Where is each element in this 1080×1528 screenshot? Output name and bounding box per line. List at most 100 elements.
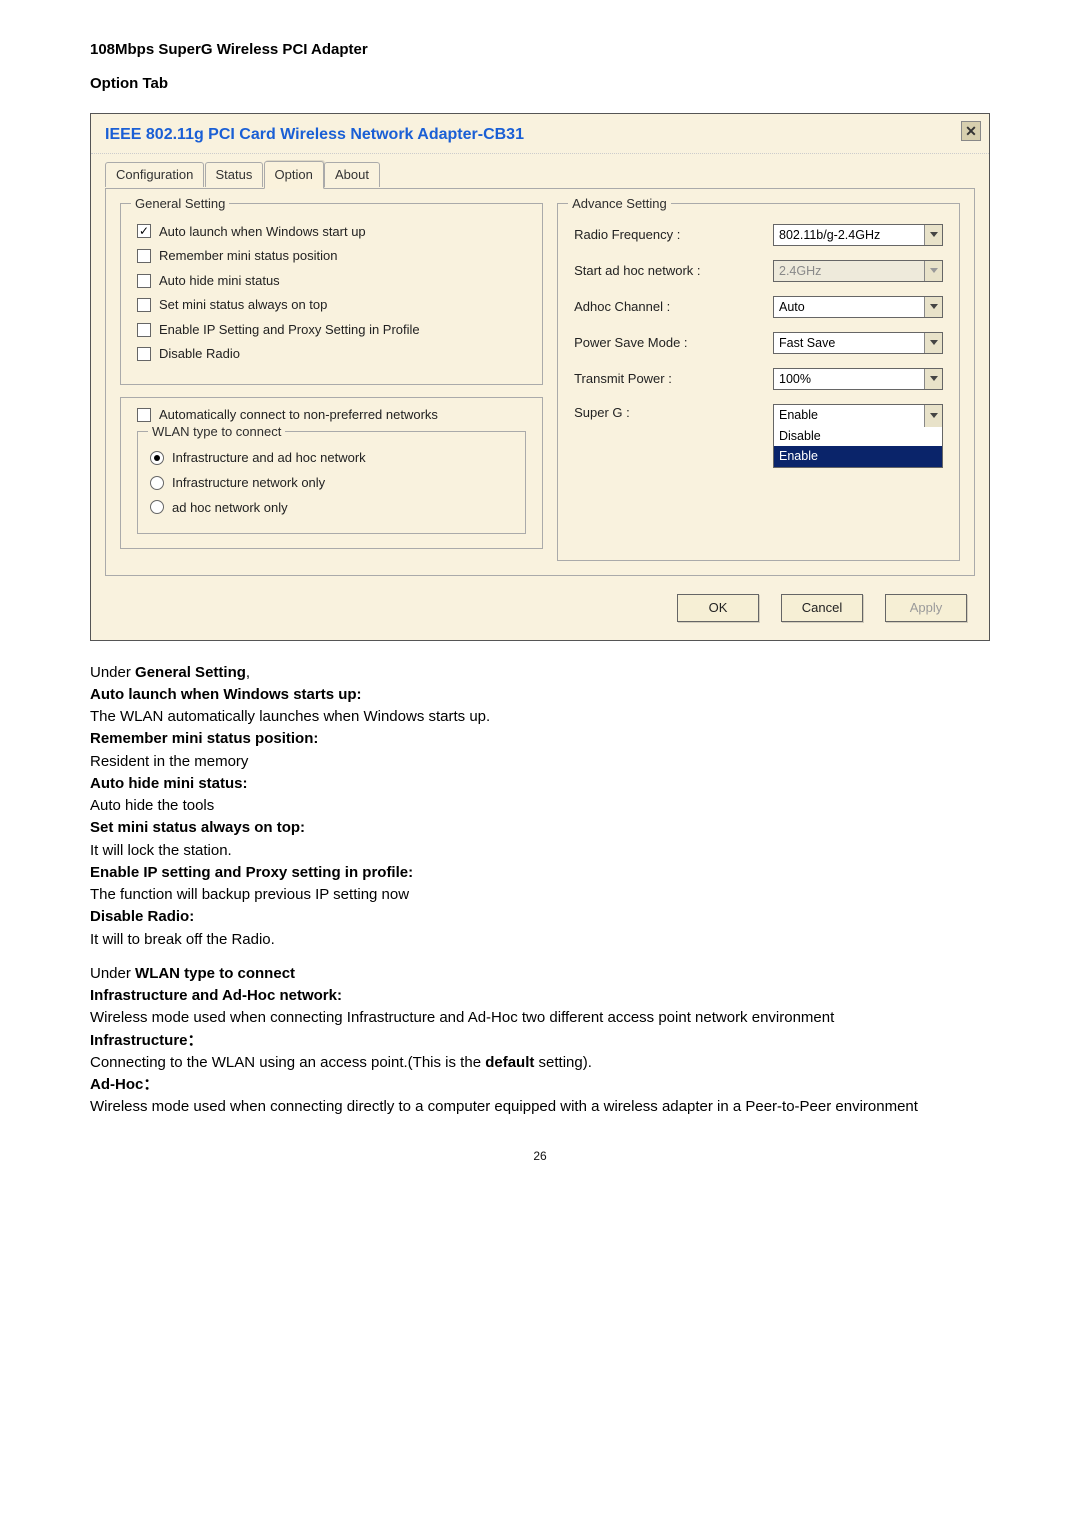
tab-status[interactable]: Status [205,162,264,187]
label-super-g: Super G : [574,404,763,422]
item-heading: Enable IP setting and Proxy setting in p… [90,863,990,883]
ok-button[interactable]: OK [677,594,759,622]
apply-button: Apply [885,594,967,622]
label-radio-frequency: Radio Frequency : [574,226,763,244]
under-wlan-heading: Under Under WLAN type to connectWLAN typ… [90,964,990,984]
radio-icon [150,476,164,490]
checkbox-label: Enable IP Setting and Proxy Setting in P… [159,321,420,339]
under-general-heading: Under General Setting, [90,663,990,683]
item-text: Resident in the memory [90,752,990,772]
dialog-title-bar: IEEE 802.11g PCI Card Wireless Network A… [91,114,989,155]
tabs-row: Configuration Status Option About [91,154,989,188]
cancel-button[interactable]: Cancel [781,594,863,622]
tab-option[interactable]: Option [264,161,324,189]
row-super-g: Super G : Enable Disable Enable [574,404,943,469]
product-title: 108Mbps SuperG Wireless PCI Adapter [90,40,990,60]
tab-configuration[interactable]: Configuration [105,162,204,187]
check-icon [137,408,151,422]
item-text: It will lock the station. [90,841,990,861]
combo-adhoc-channel[interactable]: Auto [773,296,943,318]
item-heading: Auto launch when Windows starts up: [90,685,990,705]
checkbox-label: Disable Radio [159,345,240,363]
chevron-down-icon [924,225,942,245]
item-heading: Disable Radio: [90,907,990,927]
chevron-down-icon [924,333,942,353]
checkbox-auto-launch[interactable]: Auto launch when Windows start up [137,223,526,241]
check-icon [137,323,151,337]
radio-infra-and-adhoc[interactable]: Infrastructure and ad hoc network [150,449,513,467]
combo-value: Fast Save [774,333,924,353]
general-setting-legend: General Setting [131,195,229,213]
row-radio-frequency: Radio Frequency : 802.11b/g-2.4GHz [574,224,943,246]
combo-option-disable[interactable]: Disable [774,426,942,447]
checkbox-disable-radio[interactable]: Disable Radio [137,345,526,363]
radio-adhoc-only[interactable]: ad hoc network only [150,499,513,517]
checkbox-label: Auto hide mini status [159,272,280,290]
row-adhoc-channel: Adhoc Channel : Auto [574,296,943,318]
check-icon [137,274,151,288]
dialog-button-row: OK Cancel Apply [91,576,989,640]
combo-transmit-power[interactable]: 100% [773,368,943,390]
item-text: Wireless mode used when connecting direc… [90,1097,990,1117]
checkbox-label: Set mini status always on top [159,296,327,314]
item-text: It will to break off the Radio. [90,930,990,950]
item-text: The WLAN automatically launches when Win… [90,707,990,727]
wlan-type-legend: WLAN type to connect [148,423,285,441]
checkbox-always-on-top[interactable]: Set mini status always on top [137,296,526,314]
item-heading: Infrastructure and Ad-Hoc network: [90,986,990,1006]
radio-label: Infrastructure network only [172,474,325,492]
radio-icon [150,451,164,465]
chevron-down-icon [924,297,942,317]
checkbox-auto-connect-nonpreferred[interactable]: Automatically connect to non-preferred n… [137,406,526,424]
check-icon [137,347,151,361]
chevron-down-icon [924,405,942,427]
item-heading: Infrastructure： [90,1031,990,1051]
combo-power-save[interactable]: Fast Save [773,332,943,354]
label-adhoc-channel: Adhoc Channel : [574,298,763,316]
check-icon [137,249,151,263]
row-transmit-power: Transmit Power : 100% [574,368,943,390]
advance-setting-legend: Advance Setting [568,195,671,213]
check-icon [137,298,151,312]
row-start-adhoc: Start ad hoc network : 2.4GHz [574,260,943,282]
item-heading: Set mini status always on top: [90,818,990,838]
chevron-down-icon [924,261,942,281]
label-transmit-power: Transmit Power : [574,370,763,388]
item-heading: Ad-Hoc： [90,1075,990,1095]
radio-infra-only[interactable]: Infrastructure network only [150,474,513,492]
radio-label: ad hoc network only [172,499,288,517]
item-heading: Remember mini status position: [90,729,990,749]
label-power-save: Power Save Mode : [574,334,763,352]
combo-option-enable[interactable]: Enable [774,446,942,467]
item-text: Connecting to the WLAN using an access p… [90,1053,990,1073]
checkbox-label: Automatically connect to non-preferred n… [159,406,438,424]
check-icon [137,224,151,238]
combo-radio-frequency[interactable]: 802.11b/g-2.4GHz [773,224,943,246]
row-power-save: Power Save Mode : Fast Save [574,332,943,354]
checkbox-enable-ip-proxy[interactable]: Enable IP Setting and Proxy Setting in P… [137,321,526,339]
tab-about[interactable]: About [324,162,380,187]
checkbox-remember-position[interactable]: Remember mini status position [137,247,526,265]
item-text: Wireless mode used when connecting Infra… [90,1008,990,1028]
label-start-adhoc: Start ad hoc network : [574,262,763,280]
combo-value: 802.11b/g-2.4GHz [774,225,924,245]
combo-super-g[interactable]: Enable Disable Enable [773,404,943,469]
tab-panel-option: General Setting Auto launch when Windows… [105,188,975,576]
wlan-type-fieldset: WLAN type to connect Infrastructure and … [137,431,526,534]
radio-icon [150,500,164,514]
combo-value: Auto [774,297,924,317]
general-setting-fieldset: General Setting Auto launch when Windows… [120,203,543,385]
section-option-tab: Option Tab [90,74,990,94]
item-heading: Auto hide mini status: [90,774,990,794]
item-text: The function will backup previous IP set… [90,885,990,905]
wlan-type-outer-fieldset: Automatically connect to non-preferred n… [120,397,543,549]
dialog-title-text: IEEE 802.11g PCI Card Wireless Network A… [105,126,524,143]
chevron-down-icon [924,369,942,389]
checkbox-label: Auto launch when Windows start up [159,223,366,241]
checkbox-auto-hide[interactable]: Auto hide mini status [137,272,526,290]
combo-value: 2.4GHz [774,261,924,281]
advance-setting-fieldset: Advance Setting Radio Frequency : 802.11… [557,203,960,561]
combo-value: 100% [774,369,924,389]
radio-label: Infrastructure and ad hoc network [172,449,366,467]
close-button[interactable]: ✕ [961,121,981,141]
